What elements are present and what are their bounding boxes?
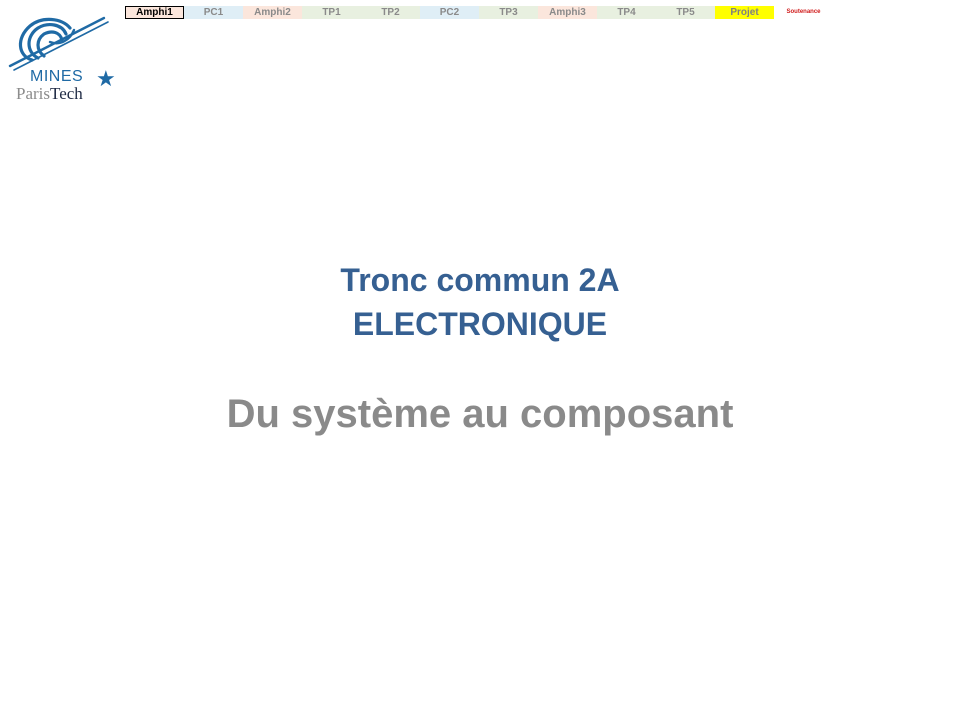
nav-tab-pc1[interactable]: PC1	[184, 6, 243, 19]
logo-paristech-text: ParisTech	[16, 85, 83, 102]
nav-tab-projet[interactable]: Projet	[715, 6, 774, 19]
slide-subtitle: Du système au composant	[226, 392, 734, 436]
slide-title-line1: Tronc commun 2A	[340, 262, 620, 298]
nav-tab-tp4[interactable]: TP4	[597, 6, 656, 19]
nav-tab-amphi1[interactable]: Amphi1	[125, 6, 184, 19]
nav-tab-tp1[interactable]: TP1	[302, 6, 361, 19]
star-icon: ★	[96, 66, 116, 91]
logo-mines-text: MINES	[30, 68, 84, 85]
nav-tab-soutenance[interactable]: Soutenance	[774, 6, 833, 19]
slide-title-line2: ELECTRONIQUE	[352, 306, 608, 342]
nav-tab-tp2[interactable]: TP2	[361, 6, 420, 19]
course-navigation-bar: Amphi1 PC1 Amphi2 TP1 TP2 PC2 TP3 Amphi3…	[125, 6, 833, 19]
logo-paris-part: Paris	[16, 84, 50, 103]
nav-tab-pc2[interactable]: PC2	[420, 6, 479, 19]
nav-tab-tp5[interactable]: TP5	[656, 6, 715, 19]
nav-tab-amphi2[interactable]: Amphi2	[243, 6, 302, 19]
nav-tab-amphi3[interactable]: Amphi3	[538, 6, 597, 19]
logo-emblem-icon	[8, 16, 109, 71]
nav-tab-tp3[interactable]: TP3	[479, 6, 538, 19]
mines-paristech-logo: MINES ParisTech ★	[4, 12, 122, 104]
slide-title: Tronc commun 2A ELECTRONIQUE	[0, 258, 960, 346]
logo-tech-part: Tech	[50, 84, 83, 103]
